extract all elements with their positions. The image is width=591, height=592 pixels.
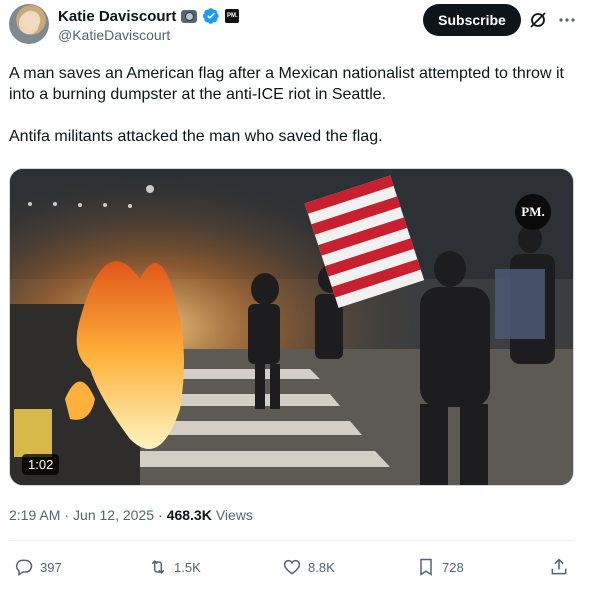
bookmark-button[interactable]: 728 xyxy=(416,556,464,578)
subscribe-button[interactable]: Subscribe xyxy=(423,4,521,36)
pm-badge: PM. xyxy=(225,9,240,23)
like-count: 8.8K xyxy=(308,559,335,575)
views-label: Views xyxy=(215,507,253,523)
grok-icon[interactable] xyxy=(528,10,548,30)
like-button[interactable]: 8.8K xyxy=(282,556,335,578)
avatar[interactable] xyxy=(9,4,49,44)
author-name-row: Katie Daviscourt PM. xyxy=(58,6,240,26)
share-icon xyxy=(551,558,567,575)
tweet-text: A man saves an American flag after a Mex… xyxy=(9,63,579,147)
tweet-header: Katie Daviscourt PM. @KatieDaviscourt Su… xyxy=(0,0,591,56)
verified-icon xyxy=(203,8,220,24)
bookmark-icon xyxy=(420,558,432,576)
author-display-name[interactable]: Katie Daviscourt xyxy=(58,8,176,25)
reply-count: 397 xyxy=(40,559,62,575)
meta-separator: · xyxy=(158,507,163,523)
heart-icon xyxy=(283,559,301,575)
tweet-meta: 2:19 AM · Jun 12, 2025 · 468.3K Views xyxy=(9,507,253,523)
meta-separator: · xyxy=(64,507,70,523)
share-button[interactable] xyxy=(549,556,569,578)
video-duration-badge: 1:02 xyxy=(22,454,60,475)
more-options-icon[interactable] xyxy=(557,10,577,30)
repost-count: 1.5K xyxy=(174,559,201,575)
divider xyxy=(9,540,574,541)
bookmark-count: 728 xyxy=(442,559,464,575)
camera-icon xyxy=(181,9,198,23)
video-frame xyxy=(10,169,573,485)
views-count: 468.3K xyxy=(166,507,212,523)
repost-button[interactable]: 1.5K xyxy=(148,556,201,578)
tweet-paragraph: Antifa militants attacked the man who sa… xyxy=(9,128,383,145)
pm-watermark: PM. xyxy=(515,194,551,230)
repost-icon xyxy=(151,560,165,574)
reply-button[interactable]: 397 xyxy=(14,556,62,578)
author-handle[interactable]: @KatieDaviscourt xyxy=(58,27,170,43)
tweet-actions: 397 1.5K 8.8K 728 xyxy=(0,556,591,580)
tweet-time[interactable]: 2:19 AM xyxy=(9,507,60,523)
tweet-date[interactable]: Jun 12, 2025 xyxy=(73,507,154,523)
video-player[interactable]: PM. 1:02 xyxy=(9,168,574,486)
reply-icon xyxy=(15,559,33,576)
tweet-paragraph: A man saves an American flag after a Mex… xyxy=(9,65,564,103)
